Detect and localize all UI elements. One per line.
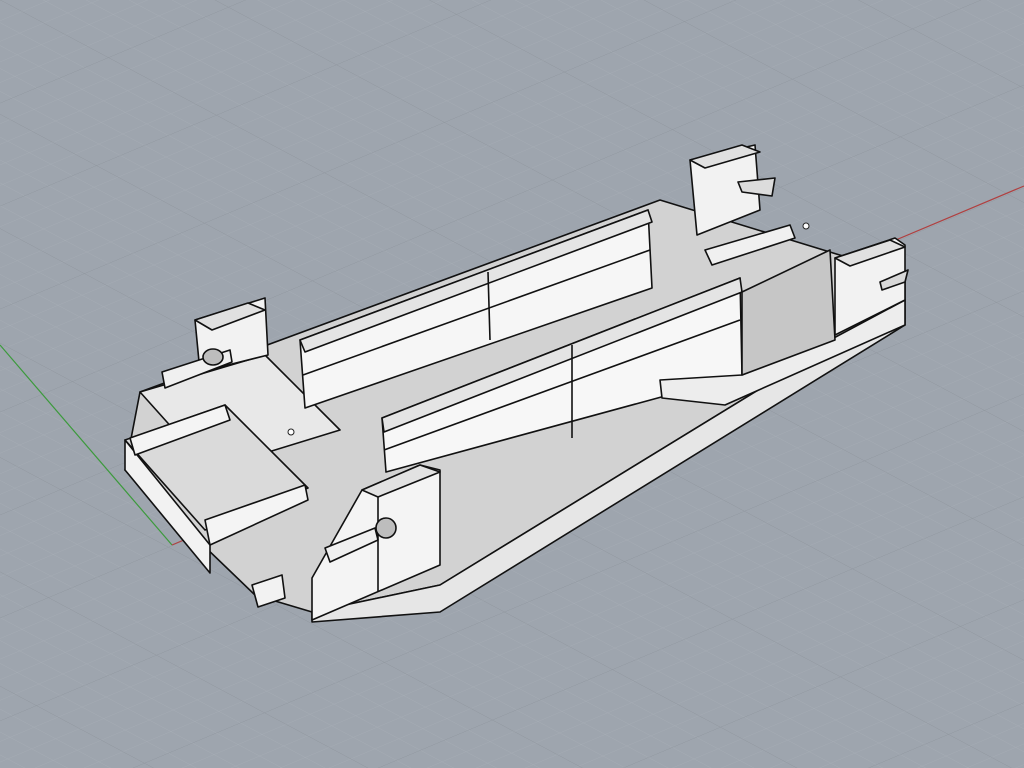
3d-viewport[interactable] xyxy=(0,0,1024,768)
control-point-right[interactable] xyxy=(802,222,810,230)
left-rear-slot xyxy=(202,348,224,366)
front-slot xyxy=(375,517,397,539)
control-point-left[interactable] xyxy=(287,428,295,436)
viewport-canvas[interactable] xyxy=(0,0,1024,768)
